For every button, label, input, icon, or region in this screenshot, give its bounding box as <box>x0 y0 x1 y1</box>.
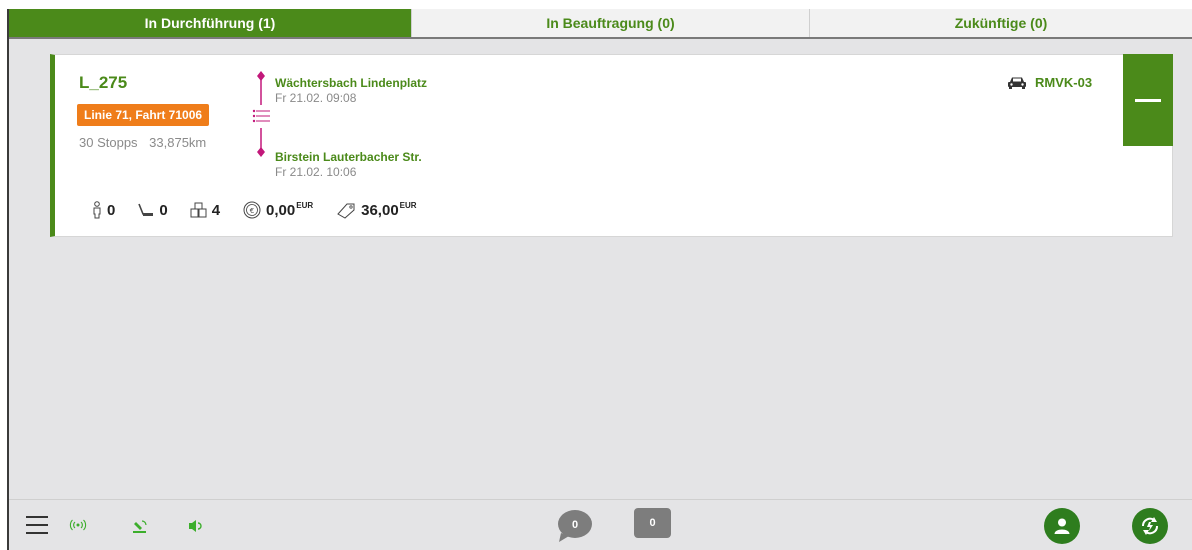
message-count: 0 <box>649 517 656 529</box>
wheelchair-icon <box>137 202 155 218</box>
minus-icon <box>1135 98 1161 102</box>
ticket-currency: EUR <box>399 200 417 210</box>
user-icon <box>1054 518 1070 534</box>
stops-count: 30 Stopps <box>79 135 138 150</box>
sync-button[interactable] <box>1132 508 1168 544</box>
vehicle-info: RMVK-03 <box>1007 75 1092 90</box>
line-badge: Linie 71, Fahrt 71006 <box>77 104 210 126</box>
chat-count: 0 <box>571 519 579 531</box>
ticket-amount: 36,00 <box>361 201 399 219</box>
speaker-icon[interactable] <box>188 519 204 533</box>
chat-button[interactable]: 0 <box>557 509 593 542</box>
passenger-count: 0 <box>107 201 116 219</box>
bottom-bar: 0 0 <box>9 499 1192 550</box>
luggage-icon <box>190 202 208 218</box>
tab-in-durchfuehrung[interactable]: In Durchführung (1) <box>9 9 412 37</box>
coin-icon: € <box>242 200 262 220</box>
tour-card[interactable]: L_275 Linie 71, Fahrt 71006 30 Stopps 33… <box>50 54 1173 237</box>
tour-id: L_275 <box>79 73 128 92</box>
cash-amount: 0,00 <box>266 201 296 219</box>
person-icon <box>91 201 103 219</box>
tour-metrics: 0 0 4 € 0,00 EUR 36,00 EUR <box>91 200 439 220</box>
passenger-metric: 0 <box>91 201 115 219</box>
svg-text:€: € <box>250 207 254 215</box>
end-stop-name: Birstein Lauterbacher Str. <box>275 150 422 164</box>
collapse-button[interactable] <box>1123 54 1173 146</box>
hamburger-icon[interactable] <box>26 516 48 536</box>
message-button[interactable]: 0 <box>634 508 671 538</box>
tab-bar: In Durchführung (1) In Beauftragung (0) … <box>9 9 1192 39</box>
distance: 33,875km <box>149 135 207 150</box>
luggage-count: 4 <box>211 201 221 219</box>
user-button[interactable] <box>1044 508 1080 544</box>
luggage-metric: 4 <box>190 202 220 219</box>
tab-in-beauftragung[interactable]: In Beauftragung (0) <box>412 9 810 37</box>
app-root: In Durchführung (1) In Beauftragung (0) … <box>7 9 1192 550</box>
cash-metric: € 0,00 EUR <box>242 200 313 220</box>
car-icon <box>1007 76 1027 90</box>
vehicle-label: RMVK-03 <box>1035 75 1093 90</box>
ticket-icon <box>335 201 357 219</box>
wheelchair-metric: 0 <box>137 201 168 219</box>
end-stop-time: Fr 21.02. 10:06 <box>275 165 357 179</box>
cash-currency: EUR <box>296 200 314 210</box>
signal-icon[interactable] <box>69 519 87 531</box>
start-stop-name: Wächtersbach Lindenplatz <box>275 76 428 90</box>
tab-zukuenftige[interactable]: Zukünftige (0) <box>810 9 1192 37</box>
route-line <box>252 71 270 157</box>
sync-icon <box>1142 517 1158 535</box>
tour-stats: 30 Stopps 33,875km <box>79 135 206 150</box>
satellite-icon[interactable] <box>132 519 148 533</box>
ticket-metric: 36,00 EUR <box>335 200 417 219</box>
start-stop-time: Fr 21.02. 09:08 <box>275 91 357 105</box>
wheelchair-count: 0 <box>159 201 168 219</box>
